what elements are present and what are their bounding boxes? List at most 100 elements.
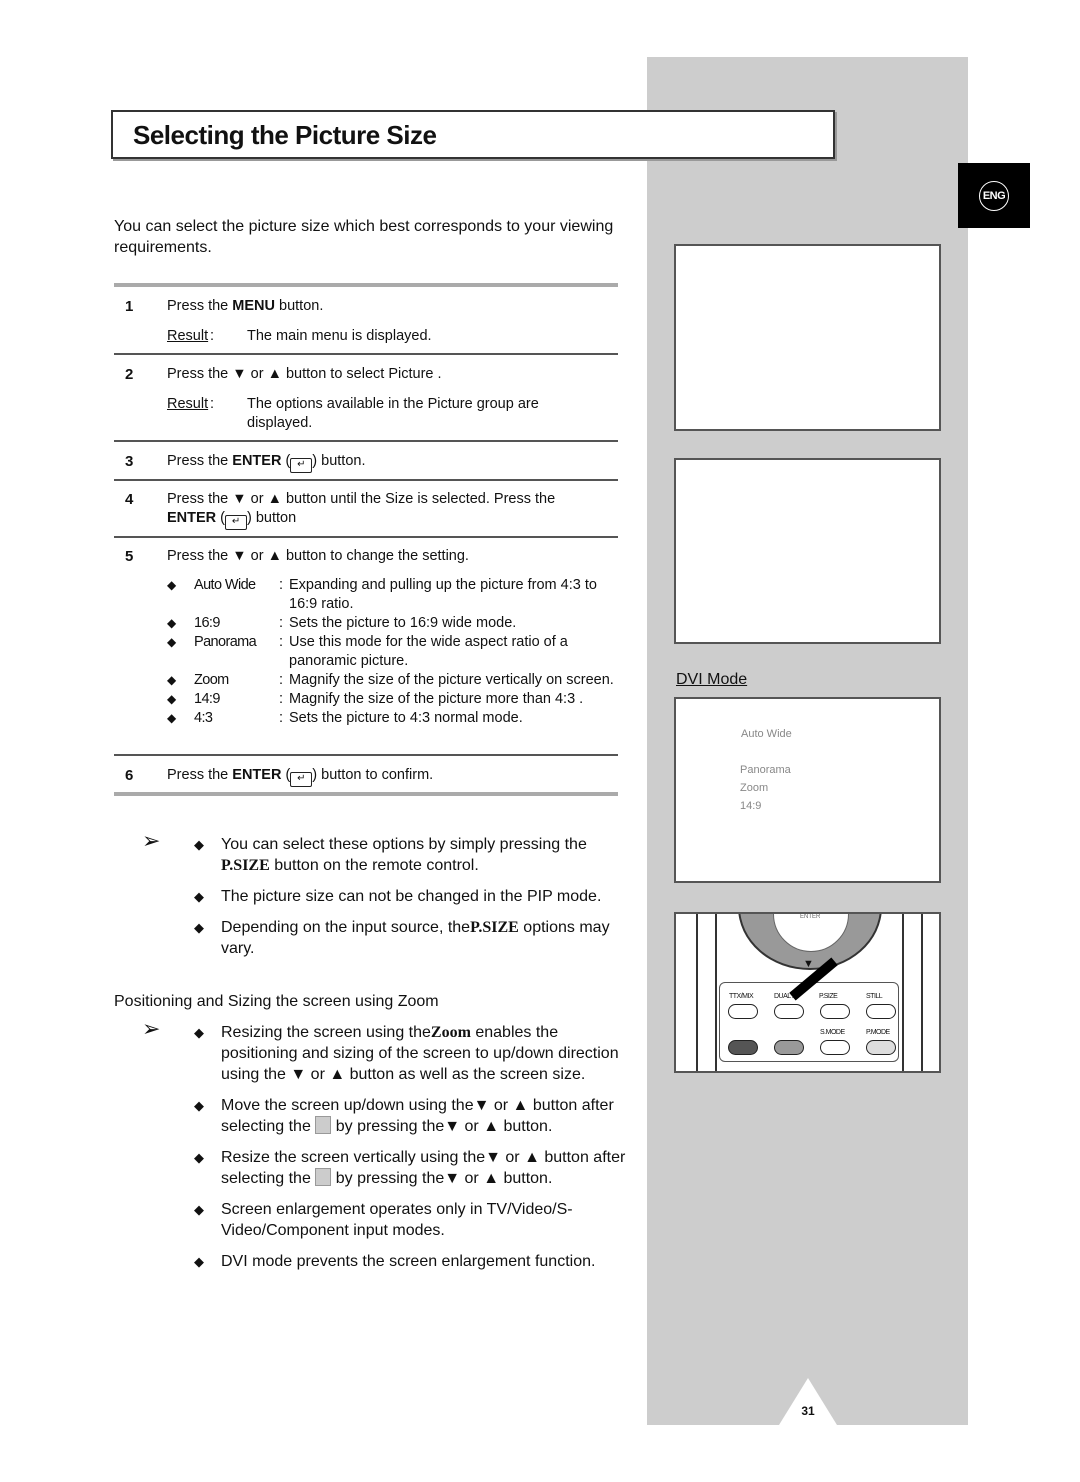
note-item: ◆ Depending on the input source, theP.SIZ… xyxy=(194,919,610,957)
enter-label: ENTER xyxy=(800,914,821,920)
step-4: Press the ▼ or ▲ button until the Size i… xyxy=(167,491,556,507)
step-number: 2 xyxy=(125,366,134,383)
divider xyxy=(114,440,618,442)
step-number: 3 xyxy=(125,453,134,470)
divider xyxy=(114,792,618,796)
note-item: ◆ Screen enlargement operates only in TV/… xyxy=(194,1201,573,1239)
result-label: Result xyxy=(167,328,209,344)
diamond-bullet-icon: ◆ xyxy=(167,673,177,687)
screen-image xyxy=(674,244,941,431)
result-text: The main menu is displayed. xyxy=(247,328,432,344)
dual-button xyxy=(774,1004,804,1019)
option-name: 14:9 xyxy=(194,691,220,707)
divider xyxy=(114,754,618,756)
diamond-bullet-icon: ◆ xyxy=(194,1025,204,1040)
diamond-bullet-icon: ◆ xyxy=(167,578,177,592)
option-name: Auto Wide xyxy=(194,577,256,593)
diamond-bullet-icon: ◆ xyxy=(167,711,177,725)
option-item: ◆ 14:9: Magnify the size of the picture mo… xyxy=(167,690,622,709)
option-item: ◆ Auto Wide: Expanding and pulling up the … xyxy=(167,576,622,614)
eng-label: ENG xyxy=(979,181,1009,211)
note-arrow-icon: ➢ xyxy=(142,1016,161,1041)
diamond-bullet-icon: ◆ xyxy=(194,1150,204,1165)
dvi-option: 14:9 xyxy=(740,800,762,812)
green-button xyxy=(774,1040,804,1055)
option-desc: Expanding and pulling up the picture fro… xyxy=(289,577,597,612)
diamond-bullet-icon: ◆ xyxy=(194,1098,204,1113)
intro-text: You can select the picture size which be… xyxy=(114,218,614,256)
subheading: Positioning and Sizing the screen using … xyxy=(114,993,439,1010)
step-number: 6 xyxy=(125,767,134,784)
diamond-bullet-icon: ◆ xyxy=(194,837,204,852)
diamond-bullet-icon: ◆ xyxy=(194,1202,204,1217)
dvi-mode-label: DVI Mode xyxy=(676,671,748,688)
option-desc: Sets the picture to 16:9 wide mode. xyxy=(289,615,517,631)
dvi-option: Auto Wide xyxy=(741,728,792,740)
page-number: 31 xyxy=(801,1404,815,1418)
diamond-bullet-icon: ◆ xyxy=(194,889,204,904)
step-6: Press the ENTER (↵) button to confirm. xyxy=(167,766,433,787)
ttx-button xyxy=(728,1004,758,1019)
step-2: Press the ▼ or ▲ button to select Pictur… xyxy=(167,366,442,382)
smode-button xyxy=(820,1040,850,1055)
option-desc: Magnify the size of the picture vertical… xyxy=(289,672,614,688)
option-item: ◆ 4:3: Sets the picture to 4:3 normal mode… xyxy=(167,709,622,728)
option-desc: Sets the picture to 4:3 normal mode. xyxy=(289,710,523,726)
divider xyxy=(114,353,618,355)
option-item: ◆ 16:9: Sets the picture to 16:9 wide mode… xyxy=(167,614,622,633)
divider xyxy=(114,283,618,287)
divider xyxy=(114,536,618,538)
note-arrow-icon: ➢ xyxy=(142,828,161,853)
down-arrow-icon: ▼ xyxy=(803,958,814,970)
screen-image xyxy=(674,458,941,644)
step-5: Press the ▼ or ▲ button to change the se… xyxy=(167,548,469,564)
option-name: 16:9 xyxy=(194,615,220,631)
options-list: ◆ Auto Wide: Expanding and pulling up the … xyxy=(167,576,622,728)
still-button xyxy=(866,1004,896,1019)
remote-control-image: ENTER ▼ TTX/MIX DUAL I-II P.SIZE STILL S… xyxy=(674,912,941,1073)
note-item: ◆ Resizing the screen using theZoom enabl… xyxy=(194,1024,619,1083)
enter-icon: ↵ xyxy=(290,458,313,473)
step-1: Press the MENU button. xyxy=(167,298,324,314)
option-name: Panorama xyxy=(194,634,257,650)
diamond-bullet-icon: ◆ xyxy=(194,920,204,935)
diamond-bullet-icon: ◆ xyxy=(167,692,177,706)
language-badge: ENG xyxy=(958,163,1030,228)
divider xyxy=(114,479,618,481)
dvi-screen: Auto Wide Panorama Zoom 14:9 xyxy=(674,697,941,883)
title-box: Selecting the Picture Size xyxy=(111,110,835,159)
option-name: 4:3 xyxy=(194,710,213,726)
note-item: ◆ Move the screen up/down using the▼ or ▲… xyxy=(194,1097,614,1135)
option-item: ◆ Zoom: Magnify the size of the picture ve… xyxy=(167,671,622,690)
zoom-position-icon xyxy=(315,1116,332,1134)
option-desc: Magnify the size of the picture more tha… xyxy=(289,691,584,707)
dvi-option: Panorama xyxy=(740,764,791,776)
step-number: 1 xyxy=(125,298,134,315)
notes-list: ◆ You can select these options by simply … xyxy=(194,834,629,969)
step-4-cont: ENTER (↵) button xyxy=(167,509,296,530)
result-label: Result xyxy=(167,396,209,412)
option-desc: Use this mode for the wide aspect ratio … xyxy=(289,634,568,669)
diamond-bullet-icon: ◆ xyxy=(167,616,177,630)
notes-list: ◆ Resizing the screen using theZoom enabl… xyxy=(194,1022,629,1282)
step-number: 5 xyxy=(125,548,134,565)
dvi-option: Zoom xyxy=(740,782,769,794)
step-number: 4 xyxy=(125,491,134,508)
diamond-bullet-icon: ◆ xyxy=(167,635,177,649)
note-item: ◆ The picture size can not be changed in … xyxy=(194,888,602,905)
red-button xyxy=(728,1040,758,1055)
note-item: ◆ Resize the screen vertically using the▼… xyxy=(194,1149,626,1187)
note-item: ◆ DVI mode prevents the screen enlargemen… xyxy=(194,1253,596,1270)
page-title: Selecting the Picture Size xyxy=(133,120,437,150)
zoom-position-icon xyxy=(315,1168,332,1186)
enter-icon: ↵ xyxy=(225,515,248,530)
result-text: The options available in the Picture gro… xyxy=(247,396,539,431)
manual-page: Selecting the Picture Size ENG You can s… xyxy=(0,0,1080,1482)
psize-button xyxy=(820,1004,850,1019)
option-name: Zoom xyxy=(194,672,229,688)
enter-icon: ↵ xyxy=(290,772,313,787)
option-item: ◆ Panorama: Use this mode for the wide asp… xyxy=(167,633,622,671)
pmode-button xyxy=(866,1040,896,1055)
step-3: Press the ENTER (↵) button. xyxy=(167,452,366,473)
note-item: ◆ You can select these options by simply … xyxy=(194,836,587,874)
